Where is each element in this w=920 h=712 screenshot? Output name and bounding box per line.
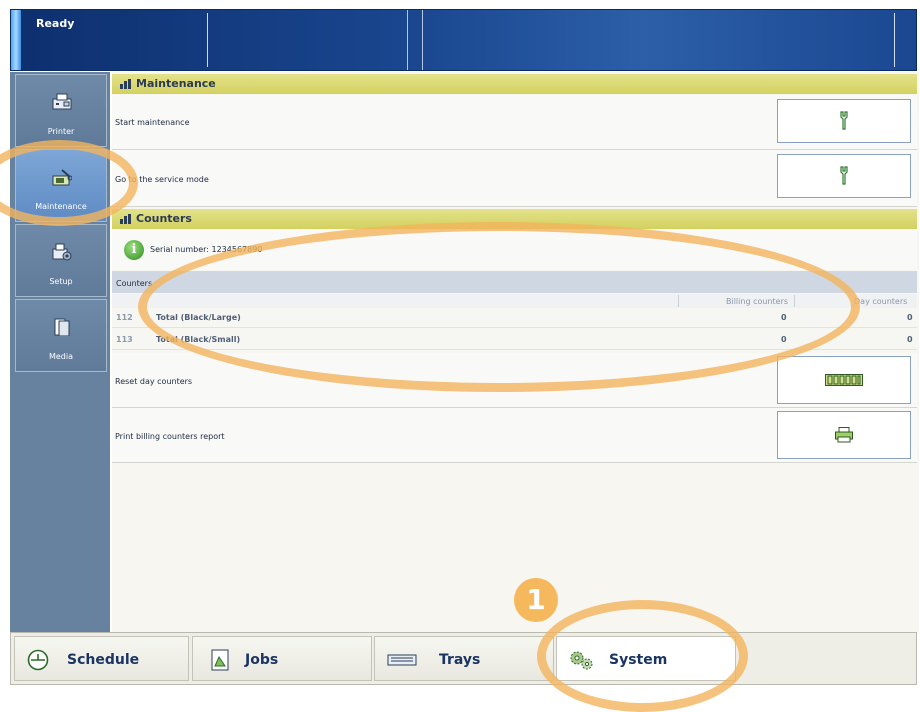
column-divider bbox=[678, 295, 679, 307]
sidebar-item-media[interactable]: Media bbox=[15, 299, 107, 372]
billing-value: 0 bbox=[781, 313, 787, 322]
nav-trays-button[interactable]: Trays bbox=[374, 636, 554, 681]
document-icon bbox=[211, 649, 229, 671]
status-panel-divider bbox=[407, 10, 423, 70]
sidebar-item-label: Printer bbox=[47, 127, 75, 136]
day-value: 0 bbox=[907, 313, 913, 322]
content-panel: Maintenance Start maintenance Go to the … bbox=[110, 72, 919, 632]
serial-number-row: i Serial number: 1234567890 bbox=[112, 230, 917, 270]
counters-table-label: Counters bbox=[116, 279, 153, 288]
nav-label: System bbox=[609, 652, 668, 668]
print-billing-report-button[interactable] bbox=[777, 411, 911, 459]
info-icon: i bbox=[124, 240, 144, 260]
wrench-icon bbox=[840, 111, 848, 130]
status-bar: Ready bbox=[10, 9, 917, 71]
clock-icon bbox=[27, 649, 49, 671]
status-divider bbox=[894, 13, 895, 67]
sidebar-item-setup[interactable]: Setup bbox=[15, 224, 107, 297]
printer-icon bbox=[52, 93, 72, 110]
status-stripe bbox=[11, 10, 21, 70]
row-reset-day-counters: Reset day counters bbox=[112, 353, 917, 408]
table-row: 113 Total (Black/Small) 0 0 bbox=[112, 331, 917, 350]
wrench-icon bbox=[840, 166, 848, 185]
section-icon bbox=[120, 214, 131, 224]
row-start-maintenance: Start maintenance bbox=[112, 95, 917, 150]
serial-number: Serial number: 1234567890 bbox=[150, 245, 263, 254]
nav-label: Schedule bbox=[67, 652, 140, 668]
service-mode-button[interactable] bbox=[777, 154, 911, 198]
setup-icon bbox=[52, 243, 72, 261]
billing-value: 0 bbox=[781, 335, 787, 344]
row-label: Go to the service mode bbox=[115, 175, 209, 184]
gears-icon bbox=[570, 651, 593, 670]
reset-day-counters-button[interactable] bbox=[777, 356, 911, 404]
sidebar-item-label: Media bbox=[48, 352, 74, 361]
nav-system-button[interactable]: System bbox=[556, 636, 736, 681]
day-value: 0 bbox=[907, 335, 913, 344]
counter-digits-icon bbox=[825, 374, 863, 386]
counter-name: Total (Black/Large) bbox=[156, 313, 241, 322]
nav-schedule-button[interactable]: Schedule bbox=[14, 636, 189, 681]
section-icon bbox=[120, 79, 131, 89]
callout-badge: 1 bbox=[514, 578, 558, 622]
table-row: 112 Total (Black/Large) 0 0 bbox=[112, 309, 917, 328]
row-service-mode: Go to the service mode bbox=[112, 150, 917, 207]
column-divider bbox=[794, 295, 795, 307]
start-maintenance-button[interactable] bbox=[777, 99, 911, 143]
sidebar-item-printer[interactable]: Printer bbox=[15, 74, 107, 147]
main-frame: Printer Maintenance Setup Media Maintena… bbox=[10, 72, 919, 632]
counter-number: 113 bbox=[116, 335, 133, 344]
row-label: Reset day counters bbox=[115, 377, 193, 386]
nav-label: Trays bbox=[439, 652, 481, 668]
column-billing-counters: Billing counters bbox=[726, 297, 789, 306]
row-print-billing-report: Print billing counters report bbox=[112, 408, 917, 463]
printer-icon bbox=[835, 427, 853, 443]
nav-jobs-button[interactable]: Jobs bbox=[192, 636, 372, 681]
tray-icon bbox=[387, 654, 417, 666]
counters-column-header: Billing counters Day counters bbox=[112, 294, 917, 308]
media-icon bbox=[54, 318, 70, 336]
section-title: Counters bbox=[136, 212, 192, 225]
nav-label: Jobs bbox=[245, 652, 279, 668]
bottom-navigation: Schedule Jobs Trays System bbox=[10, 632, 917, 685]
counter-name: Total (Black/Small) bbox=[156, 335, 241, 344]
section-header-counters: Counters bbox=[112, 209, 917, 229]
status-divider bbox=[207, 13, 208, 67]
counter-number: 112 bbox=[116, 313, 133, 322]
column-day-counters: Day counters bbox=[854, 297, 908, 306]
row-label: Start maintenance bbox=[115, 118, 190, 127]
section-title: Maintenance bbox=[136, 77, 216, 90]
sidebar-item-maintenance[interactable]: Maintenance bbox=[15, 149, 107, 222]
status-text: Ready bbox=[36, 17, 75, 30]
section-header-maintenance: Maintenance bbox=[112, 74, 917, 94]
counters-table-header: Counters bbox=[112, 271, 917, 293]
sidebar-item-label: Maintenance bbox=[35, 202, 87, 211]
sidebar-item-label: Setup bbox=[49, 277, 73, 286]
maintenance-icon bbox=[52, 169, 72, 186]
row-label: Print billing counters report bbox=[115, 432, 225, 441]
